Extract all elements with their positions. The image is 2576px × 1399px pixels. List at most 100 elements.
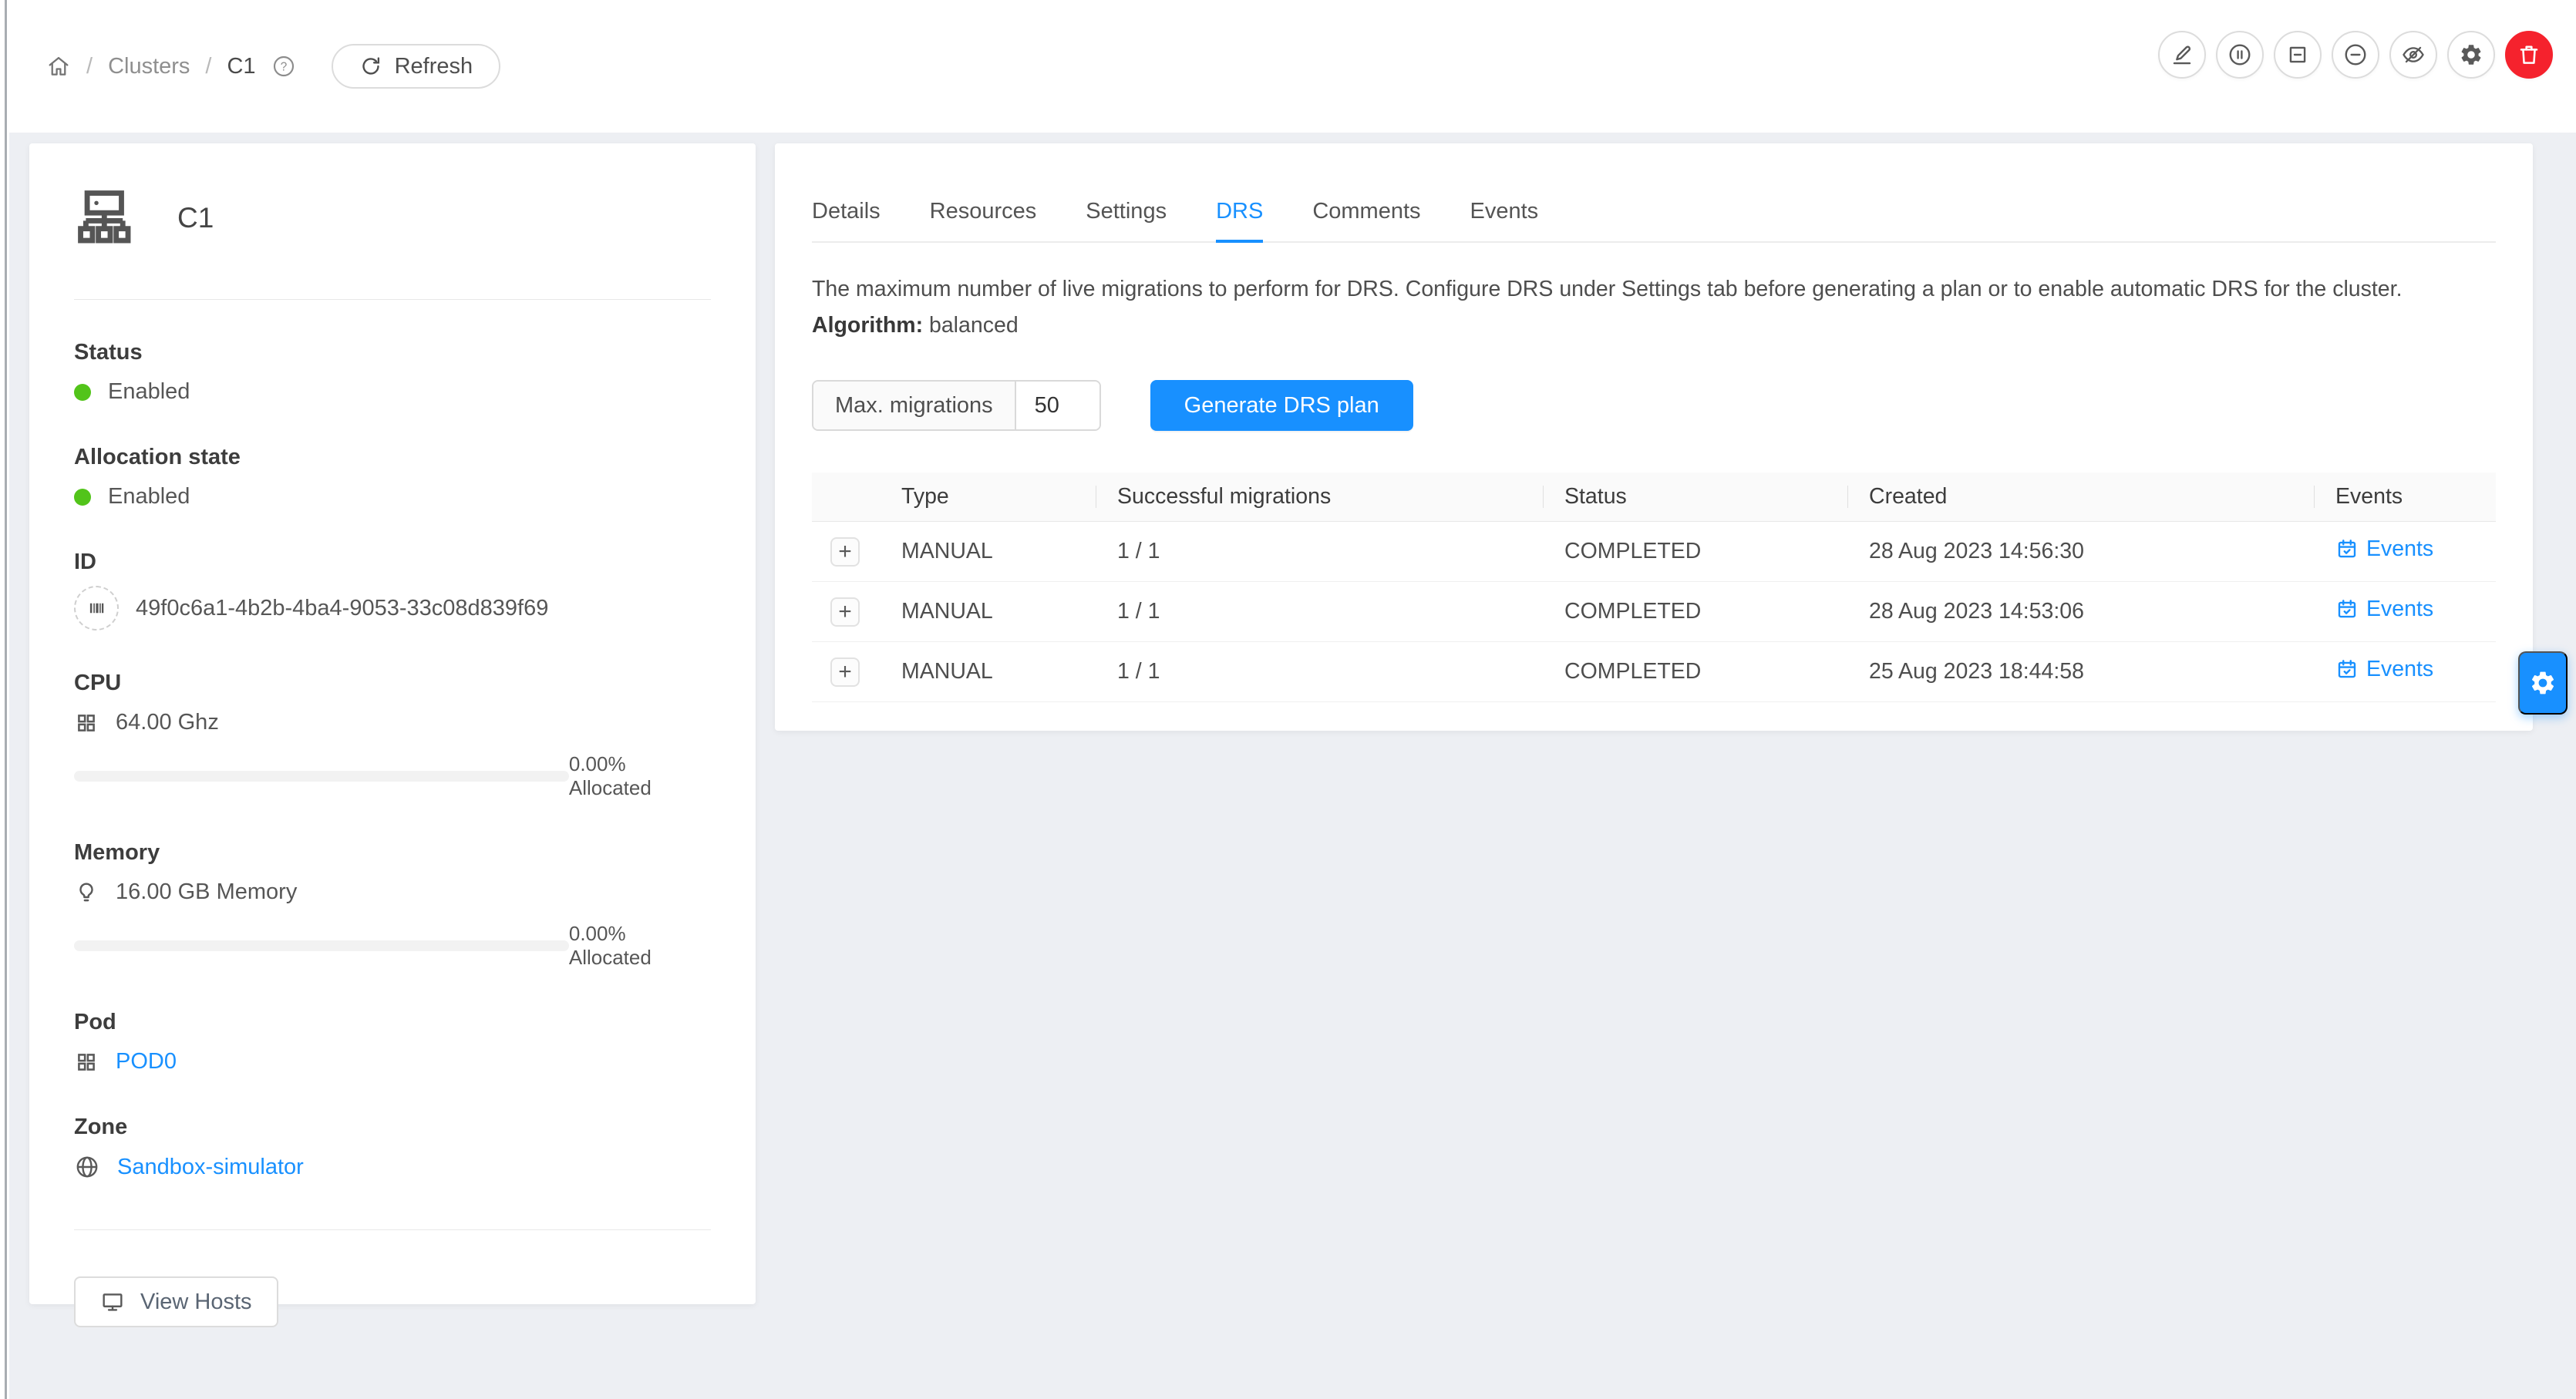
cell-migrations: 1 / 1: [1096, 659, 1543, 684]
tab-bar: Details Resources Settings DRS Comments …: [812, 143, 2496, 243]
box-minus-icon: [2285, 42, 2310, 67]
zone-label: Zone: [74, 1115, 711, 1140]
memory-label: Memory: [74, 840, 711, 866]
row-events-link[interactable]: Events: [2335, 597, 2433, 622]
cell-migrations: 1 / 1: [1096, 599, 1543, 624]
cell-created: 28 Aug 2023 14:56:30: [1847, 539, 2314, 564]
cell-status: COMPLETED: [1543, 599, 1847, 624]
status-value: Enabled: [74, 379, 711, 405]
tab-events[interactable]: Events: [1470, 199, 1539, 241]
tab-details[interactable]: Details: [812, 199, 881, 241]
status-label: Status: [74, 340, 711, 365]
gear-icon: [2459, 42, 2483, 67]
breadcrumb-item-current: C1: [227, 54, 255, 79]
trash-icon: [2517, 42, 2541, 67]
col-expand: [812, 472, 880, 521]
id-label: ID: [74, 550, 711, 575]
cell-migrations: 1 / 1: [1096, 539, 1543, 564]
edit-button[interactable]: [2158, 31, 2206, 79]
pause-button[interactable]: [2216, 31, 2264, 79]
disable-button[interactable]: [2332, 31, 2379, 79]
table-row: + MANUAL 1 / 1 COMPLETED 28 Aug 2023 14:…: [812, 582, 2496, 642]
row-events-link[interactable]: Events: [2335, 657, 2433, 682]
svg-text:?: ?: [280, 61, 287, 74]
appstore-grid-icon: [74, 711, 99, 735]
max-migrations-input-group: Max. migrations: [812, 380, 1101, 431]
pod-link[interactable]: POD0: [116, 1049, 177, 1074]
pause-circle-icon: [2227, 42, 2252, 67]
table-header-row: Type Successful migrations Status Create…: [812, 472, 2496, 522]
divider: [74, 299, 711, 300]
col-events: Events: [2314, 472, 2496, 521]
row-events-link[interactable]: Events: [2335, 536, 2433, 562]
cpu-progress-row: 0.00% Allocated: [74, 752, 711, 800]
drs-algorithm-line: Algorithm: balanced: [812, 313, 2496, 338]
copy-id-barcode-icon[interactable]: [74, 586, 119, 631]
pencil-icon: [2170, 42, 2194, 67]
drs-description: The maximum number of live migrations to…: [812, 277, 2496, 302]
drs-plan-table: Type Successful migrations Status Create…: [812, 472, 2496, 702]
pod-value-row: POD0: [74, 1049, 711, 1074]
zone-link[interactable]: Sandbox-simulator: [117, 1155, 304, 1180]
table-row: + MANUAL 1 / 1 COMPLETED 28 Aug 2023 14:…: [812, 522, 2496, 582]
calendar-check-icon: [2335, 657, 2359, 681]
generate-drs-plan-button[interactable]: Generate DRS plan: [1150, 380, 1413, 431]
memory-value: 16.00 GB Memory: [116, 879, 297, 905]
collapsed-sidebar-edge: [0, 0, 9, 1399]
top-bar: / Clusters / C1 ? Refresh: [0, 0, 2576, 133]
breadcrumb: / Clusters / C1 ? Refresh: [46, 0, 500, 133]
cell-type: MANUAL: [880, 599, 1096, 624]
col-successful-migrations: Successful migrations: [1096, 472, 1543, 521]
cpu-value-row: 64.00 Ghz: [74, 710, 711, 735]
calendar-check-icon: [2335, 537, 2359, 560]
home-icon[interactable]: [46, 54, 71, 79]
delete-button[interactable]: [2505, 31, 2553, 79]
cpu-progress-track: [74, 771, 569, 782]
refresh-button[interactable]: Refresh: [332, 44, 501, 89]
tab-drs[interactable]: DRS: [1216, 199, 1263, 241]
unmanage-button[interactable]: [2274, 31, 2322, 79]
breadcrumb-item-clusters[interactable]: Clusters: [108, 54, 190, 79]
tab-settings[interactable]: Settings: [1086, 199, 1167, 241]
cell-status: COMPLETED: [1543, 659, 1847, 684]
cpu-label: CPU: [74, 671, 711, 696]
memory-progress-track: [74, 940, 569, 951]
tab-resources[interactable]: Resources: [930, 199, 1037, 241]
calendar-check-icon: [2335, 597, 2359, 620]
resource-title: C1: [177, 202, 214, 234]
max-migrations-input[interactable]: [1016, 382, 1099, 429]
settings-button[interactable]: [2447, 31, 2495, 79]
view-hosts-button[interactable]: View Hosts: [74, 1276, 278, 1327]
col-type: Type: [880, 472, 1096, 521]
col-created: Created: [1847, 472, 2314, 521]
status-dot-icon: [74, 489, 91, 506]
divider: [74, 1229, 711, 1230]
zone-value-row: Sandbox-simulator: [74, 1154, 711, 1180]
cpu-allocated-label: 0.00% Allocated: [569, 752, 711, 800]
help-circle-icon[interactable]: ?: [271, 54, 296, 79]
cluster-info-card: C1 Status Enabled Allocation state Enabl…: [29, 143, 756, 1304]
id-value: 49f0c6a1-4b2b-4ba4-9053-33c08d839f69: [136, 596, 548, 621]
cluster-detail-card: Details Resources Settings DRS Comments …: [775, 143, 2533, 731]
cell-type: MANUAL: [880, 539, 1096, 564]
algorithm-value: balanced: [929, 313, 1019, 338]
dedicate-button[interactable]: [2389, 31, 2437, 79]
id-value-row: 49f0c6a1-4b2b-4ba4-9053-33c08d839f69: [74, 586, 711, 631]
col-status: Status: [1543, 472, 1847, 521]
minus-circle-icon: [2343, 42, 2368, 67]
bulb-icon: [74, 880, 99, 905]
card-header: C1: [74, 143, 711, 250]
globe-icon: [74, 1154, 100, 1180]
expand-row-button[interactable]: +: [830, 597, 860, 627]
max-migrations-label: Max. migrations: [813, 382, 1016, 429]
cell-status: COMPLETED: [1543, 539, 1847, 564]
expand-row-button[interactable]: +: [830, 657, 860, 687]
expand-row-button[interactable]: +: [830, 537, 860, 567]
project-settings-fab[interactable]: [2518, 651, 2568, 715]
cpu-value: 64.00 Ghz: [116, 710, 219, 735]
gear-icon: [2529, 669, 2557, 697]
cell-type: MANUAL: [880, 659, 1096, 684]
resource-action-buttons: [2158, 31, 2553, 79]
cell-created: 25 Aug 2023 18:44:58: [1847, 659, 2314, 684]
tab-comments[interactable]: Comments: [1312, 199, 1420, 241]
